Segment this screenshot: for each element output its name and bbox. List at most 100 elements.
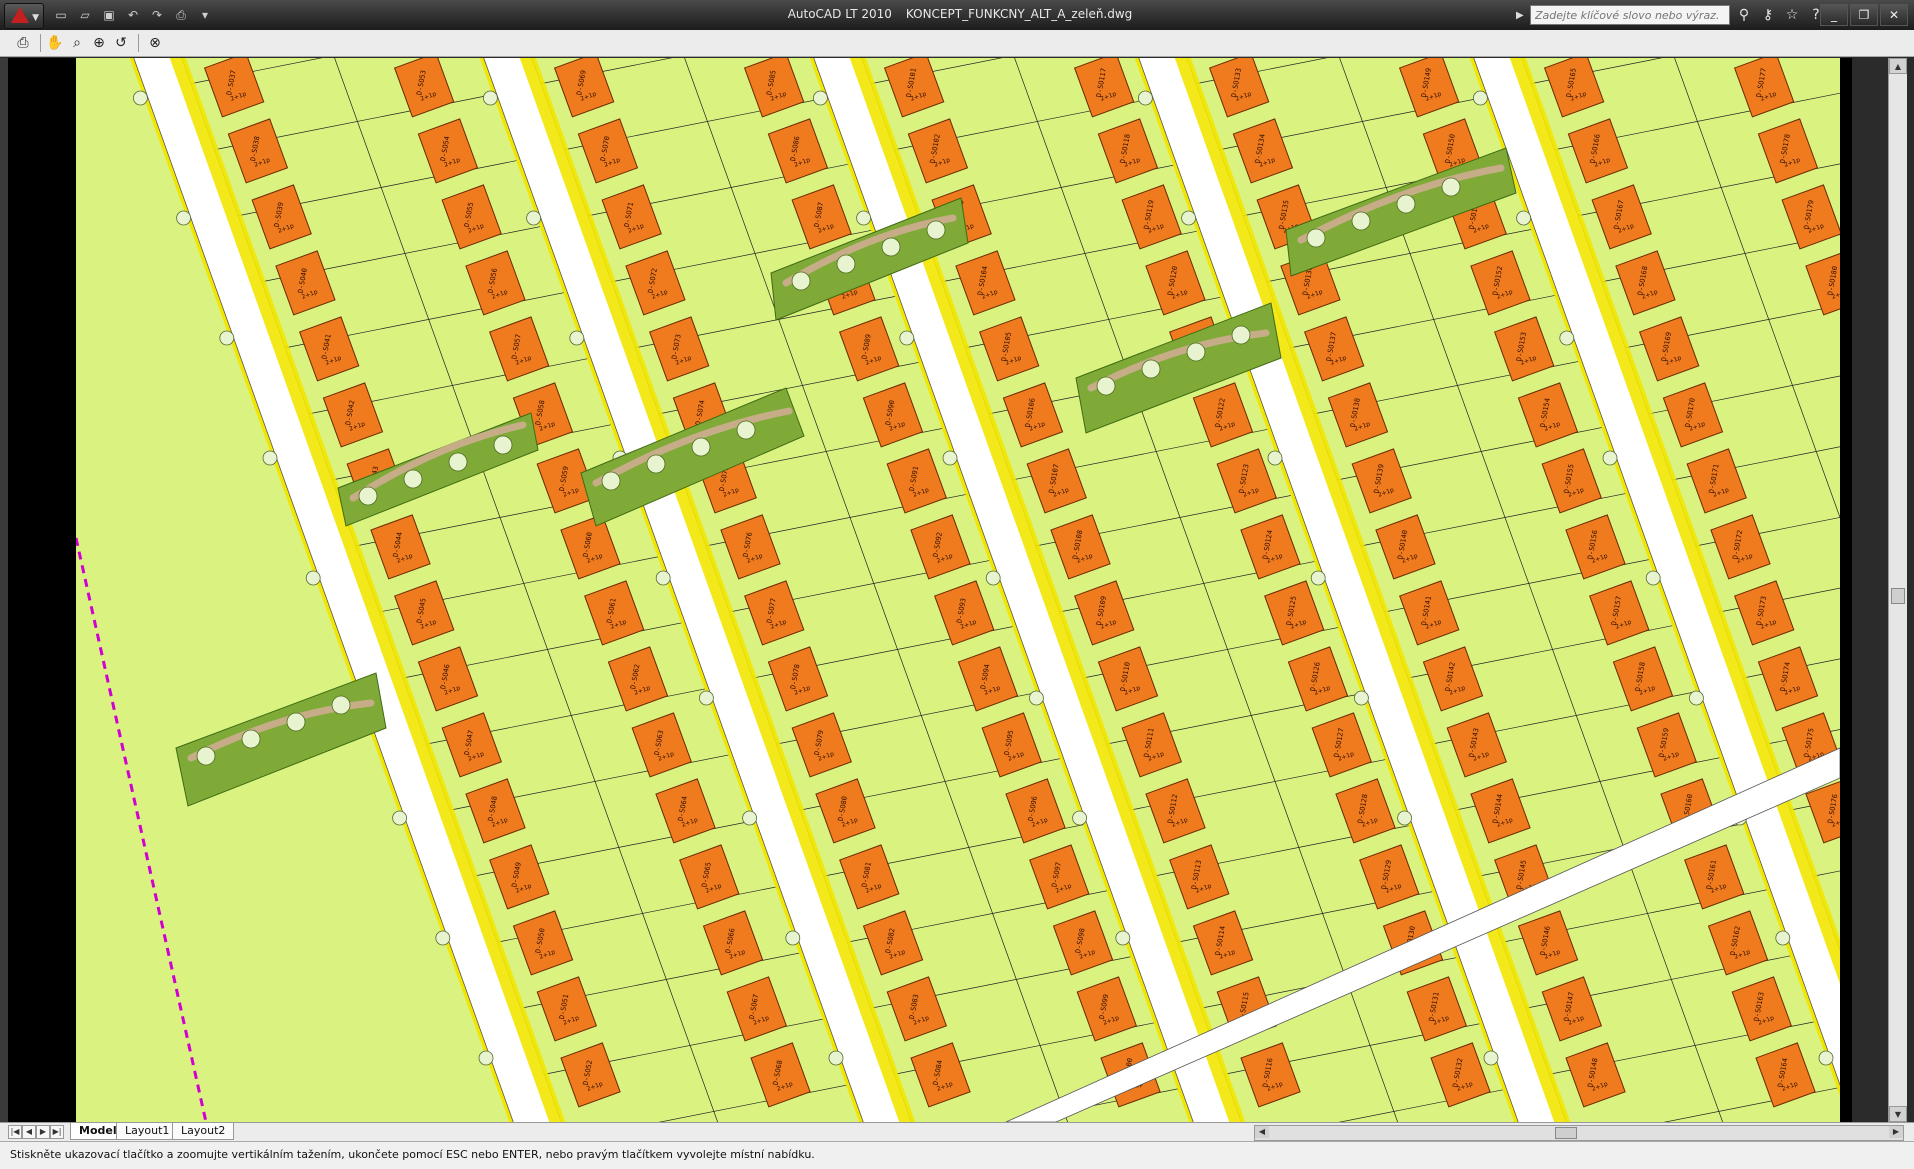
house-footprint: D-SO532+1p: [393, 58, 455, 118]
close-button[interactable]: ✕: [1880, 4, 1908, 26]
tab-layout1[interactable]: Layout1: [116, 1123, 179, 1140]
street-tree: [1645, 570, 1661, 586]
house-footprint: D-SO912+1p: [886, 448, 947, 514]
house-footprint: D-SO1662+1p: [1567, 118, 1629, 184]
scroll-up-icon[interactable]: ▲: [1889, 58, 1907, 74]
house-footprint: D-SO1652+1p: [1543, 58, 1605, 118]
vertical-scrollbar[interactable]: ▲ ▼: [1888, 58, 1907, 1122]
street-tree: [262, 450, 278, 466]
lot-boundary: [1838, 941, 1840, 943]
park-tree: [791, 271, 811, 291]
park-tree: [1186, 342, 1206, 362]
print-icon[interactable]: ⎙: [172, 6, 190, 24]
street-tree: [1602, 450, 1618, 466]
plot-icon[interactable]: ⎙: [12, 33, 34, 53]
key-icon[interactable]: ⚷: [1758, 5, 1778, 25]
scroll-left-icon[interactable]: ◀: [1255, 1126, 1269, 1138]
toolbar-separator: [138, 34, 139, 52]
next-tab-icon[interactable]: ▶: [36, 1125, 50, 1139]
house-footprint: D-SO992+1p: [1076, 976, 1138, 1042]
house-footprint: D-SO1472+1p: [1541, 976, 1603, 1042]
house-footprint: D-SO622+1p: [607, 646, 669, 712]
binoculars-icon[interactable]: ⚲: [1734, 5, 1754, 25]
house-footprint: D-SO642+1p: [655, 778, 716, 844]
first-tab-icon[interactable]: |◀: [8, 1125, 22, 1139]
street-tree: [133, 90, 148, 106]
street-tree: [1775, 930, 1791, 946]
street-tree: [1138, 90, 1153, 106]
house-footprint: D-SO1092+1p: [1074, 580, 1135, 646]
house-footprint: D-SO1422+1p: [1422, 646, 1484, 712]
zoom-window-icon[interactable]: ⊕: [88, 33, 110, 53]
house-footprint: D-SO862+1p: [767, 118, 829, 184]
new-file-icon[interactable]: ▭: [52, 6, 70, 24]
house-footprint: D-SO732+1p: [648, 316, 710, 382]
house-footprint: D-SO1562+1p: [1565, 514, 1626, 580]
house-footprint: D-SO1372+1p: [1303, 316, 1365, 382]
redo-icon[interactable]: ↷: [148, 6, 166, 24]
street-tree: [392, 810, 408, 826]
street-tree: [435, 930, 451, 946]
open-file-icon[interactable]: ▱: [76, 6, 94, 24]
house-footprint: D-SO1742+1p: [1757, 646, 1819, 712]
tab-layout2[interactable]: Layout2: [172, 1123, 235, 1140]
undo-icon[interactable]: ↶: [124, 6, 142, 24]
house-footprint: D-SO692+1p: [553, 58, 615, 118]
green-strip: [1075, 302, 1282, 434]
close-preview-icon[interactable]: ⊗: [144, 33, 166, 53]
street-tree: [1029, 690, 1044, 706]
house-footprint: D-SO522+1p: [560, 1042, 621, 1108]
house-footprint: D-SO452+1p: [394, 580, 455, 646]
park-tree: [836, 254, 856, 274]
house-footprint: D-SO982+1p: [1052, 910, 1114, 976]
command-prompt-text: Stiskněte ukazovací tlačítko a zoomujte …: [10, 1148, 815, 1161]
house-footprint: D-SO872+1p: [791, 184, 852, 250]
chevron-right-icon[interactable]: ▶: [1516, 10, 1526, 21]
horizontal-scrollbar[interactable]: ◀ ▶: [1254, 1125, 1904, 1141]
drawing-viewport[interactable]: D-SO37 2+1p D-SO38 2+1p D-SO39 2+1p D-SO40 2+1p…: [8, 58, 1852, 1122]
park-tree: [1396, 194, 1416, 214]
search-input[interactable]: [1530, 5, 1730, 25]
utility-line: [76, 537, 208, 1122]
house-footprint: D-SO782+1p: [767, 646, 829, 712]
drawing-sheet[interactable]: D-SO37 2+1p D-SO38 2+1p D-SO39 2+1p D-SO40 2+1p…: [76, 58, 1840, 1122]
qat-dropdown-icon[interactable]: ▾: [196, 6, 214, 24]
save-icon[interactable]: ▣: [100, 6, 118, 24]
house-footprint: D-SO802+1p: [815, 778, 876, 844]
house-footprint: D-SO662+1p: [702, 910, 764, 976]
house-footprint: D-SO1182+1p: [1097, 118, 1159, 184]
star-icon[interactable]: ☆: [1782, 5, 1802, 25]
house-footprint: D-SO1492+1p: [1398, 58, 1460, 118]
restore-button[interactable]: ❐: [1850, 4, 1878, 26]
zoom-previous-icon[interactable]: ↺: [110, 33, 132, 53]
scroll-thumb[interactable]: [1891, 588, 1905, 604]
house-footprint: D-SO682+1p: [750, 1042, 811, 1108]
scroll-right-icon[interactable]: ▶: [1889, 1126, 1903, 1138]
house-footprint: D-SO632+1p: [631, 712, 692, 778]
zoom-realtime-icon[interactable]: ⌕: [66, 33, 88, 53]
green-strip: [175, 672, 387, 807]
hscroll-thumb[interactable]: [1555, 1127, 1577, 1139]
house-footprint: D-SO1232+1p: [1216, 448, 1277, 514]
application-menu-button[interactable]: ▼: [4, 3, 44, 29]
house-footprint: D-SO1432+1p: [1446, 712, 1507, 778]
command-line[interactable]: Stiskněte ukazovací tlačítko a zoomujte …: [0, 1141, 1914, 1169]
house-footprint: D-SO1522+1p: [1470, 250, 1531, 316]
park-tree: [881, 237, 901, 257]
house-footprint: D-SO832+1p: [886, 976, 948, 1042]
house-footprint: D-SO402+1p: [275, 250, 336, 316]
minimize-button[interactable]: _: [1820, 4, 1848, 26]
street-tree: [1310, 570, 1326, 586]
street-tree: [1473, 90, 1488, 106]
house-footprint: D-SO602+1p: [560, 514, 621, 580]
prev-tab-icon[interactable]: ◀: [22, 1125, 36, 1139]
house-footprint: D-SO1052+1p: [978, 316, 1040, 382]
house-footprint: D-SO1062+1p: [1002, 382, 1064, 448]
house-footprint: D-SO1072+1p: [1026, 448, 1087, 514]
street-tree: [176, 210, 191, 226]
scroll-down-icon[interactable]: ▼: [1889, 1106, 1907, 1122]
house-footprint: D-SO792+1p: [791, 712, 852, 778]
house-footprint: D-SO822+1p: [862, 910, 924, 976]
pan-icon[interactable]: ✋: [44, 33, 66, 53]
last-tab-icon[interactable]: ▶|: [50, 1125, 64, 1139]
